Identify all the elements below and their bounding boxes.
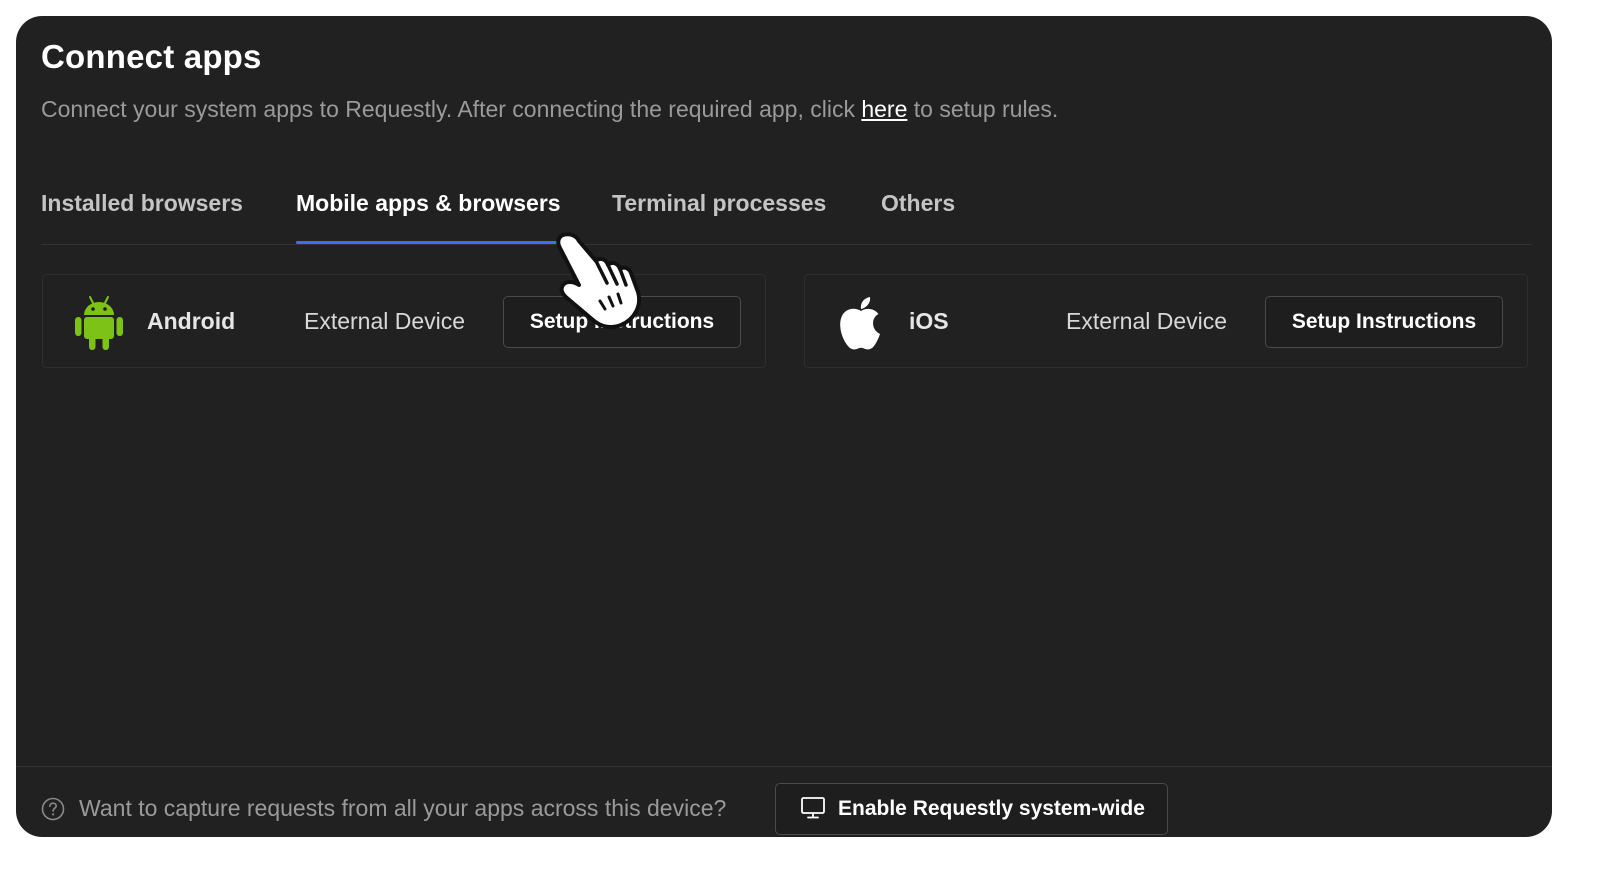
- app-name-ios: iOS: [909, 308, 949, 334]
- apple-icon: [840, 297, 880, 350]
- system-wide-question: Want to capture requests from all your a…: [79, 795, 727, 821]
- page-subtitle: Connect your system apps to Requestly. A…: [41, 96, 1058, 123]
- footer-bar: Want to capture requests from all your a…: [16, 766, 1552, 837]
- page-title: Connect apps: [41, 38, 262, 75]
- ios-card: iOS External Device Setup Instructions: [804, 274, 1528, 368]
- question-circle-icon: [41, 797, 65, 821]
- device-type-android: External Device: [304, 308, 466, 334]
- app-name-android: Android: [147, 308, 236, 334]
- tab-others[interactable]: Others: [881, 190, 955, 243]
- ios-setup-instructions-button[interactable]: Setup Instructions: [1265, 296, 1503, 348]
- enable-system-wide-label: Enable Requestly system-wide: [838, 797, 1145, 820]
- here-link[interactable]: here: [861, 96, 907, 122]
- android-card: Android External Device Setup Instructio…: [42, 274, 766, 368]
- subtitle-text-before: Connect your system apps to Requestly. A…: [41, 96, 862, 122]
- subtitle-text-after: to setup rules.: [907, 96, 1059, 122]
- tab-terminal-processes[interactable]: Terminal processes: [612, 190, 826, 243]
- tab-mobile-apps-browsers[interactable]: Mobile apps & browsers: [296, 190, 561, 244]
- tab-bar: Installed browsers Mobile apps & browser…: [41, 188, 1532, 245]
- connect-apps-panel: Connect apps Connect your system apps to…: [16, 16, 1552, 837]
- enable-system-wide-button[interactable]: Enable Requestly system-wide: [775, 783, 1168, 835]
- monitor-icon: [801, 797, 825, 819]
- android-setup-instructions-button[interactable]: Setup Instructions: [503, 296, 741, 348]
- tab-installed-browsers[interactable]: Installed browsers: [41, 190, 243, 243]
- android-icon: [75, 296, 123, 350]
- device-type-ios: External Device: [1066, 308, 1228, 334]
